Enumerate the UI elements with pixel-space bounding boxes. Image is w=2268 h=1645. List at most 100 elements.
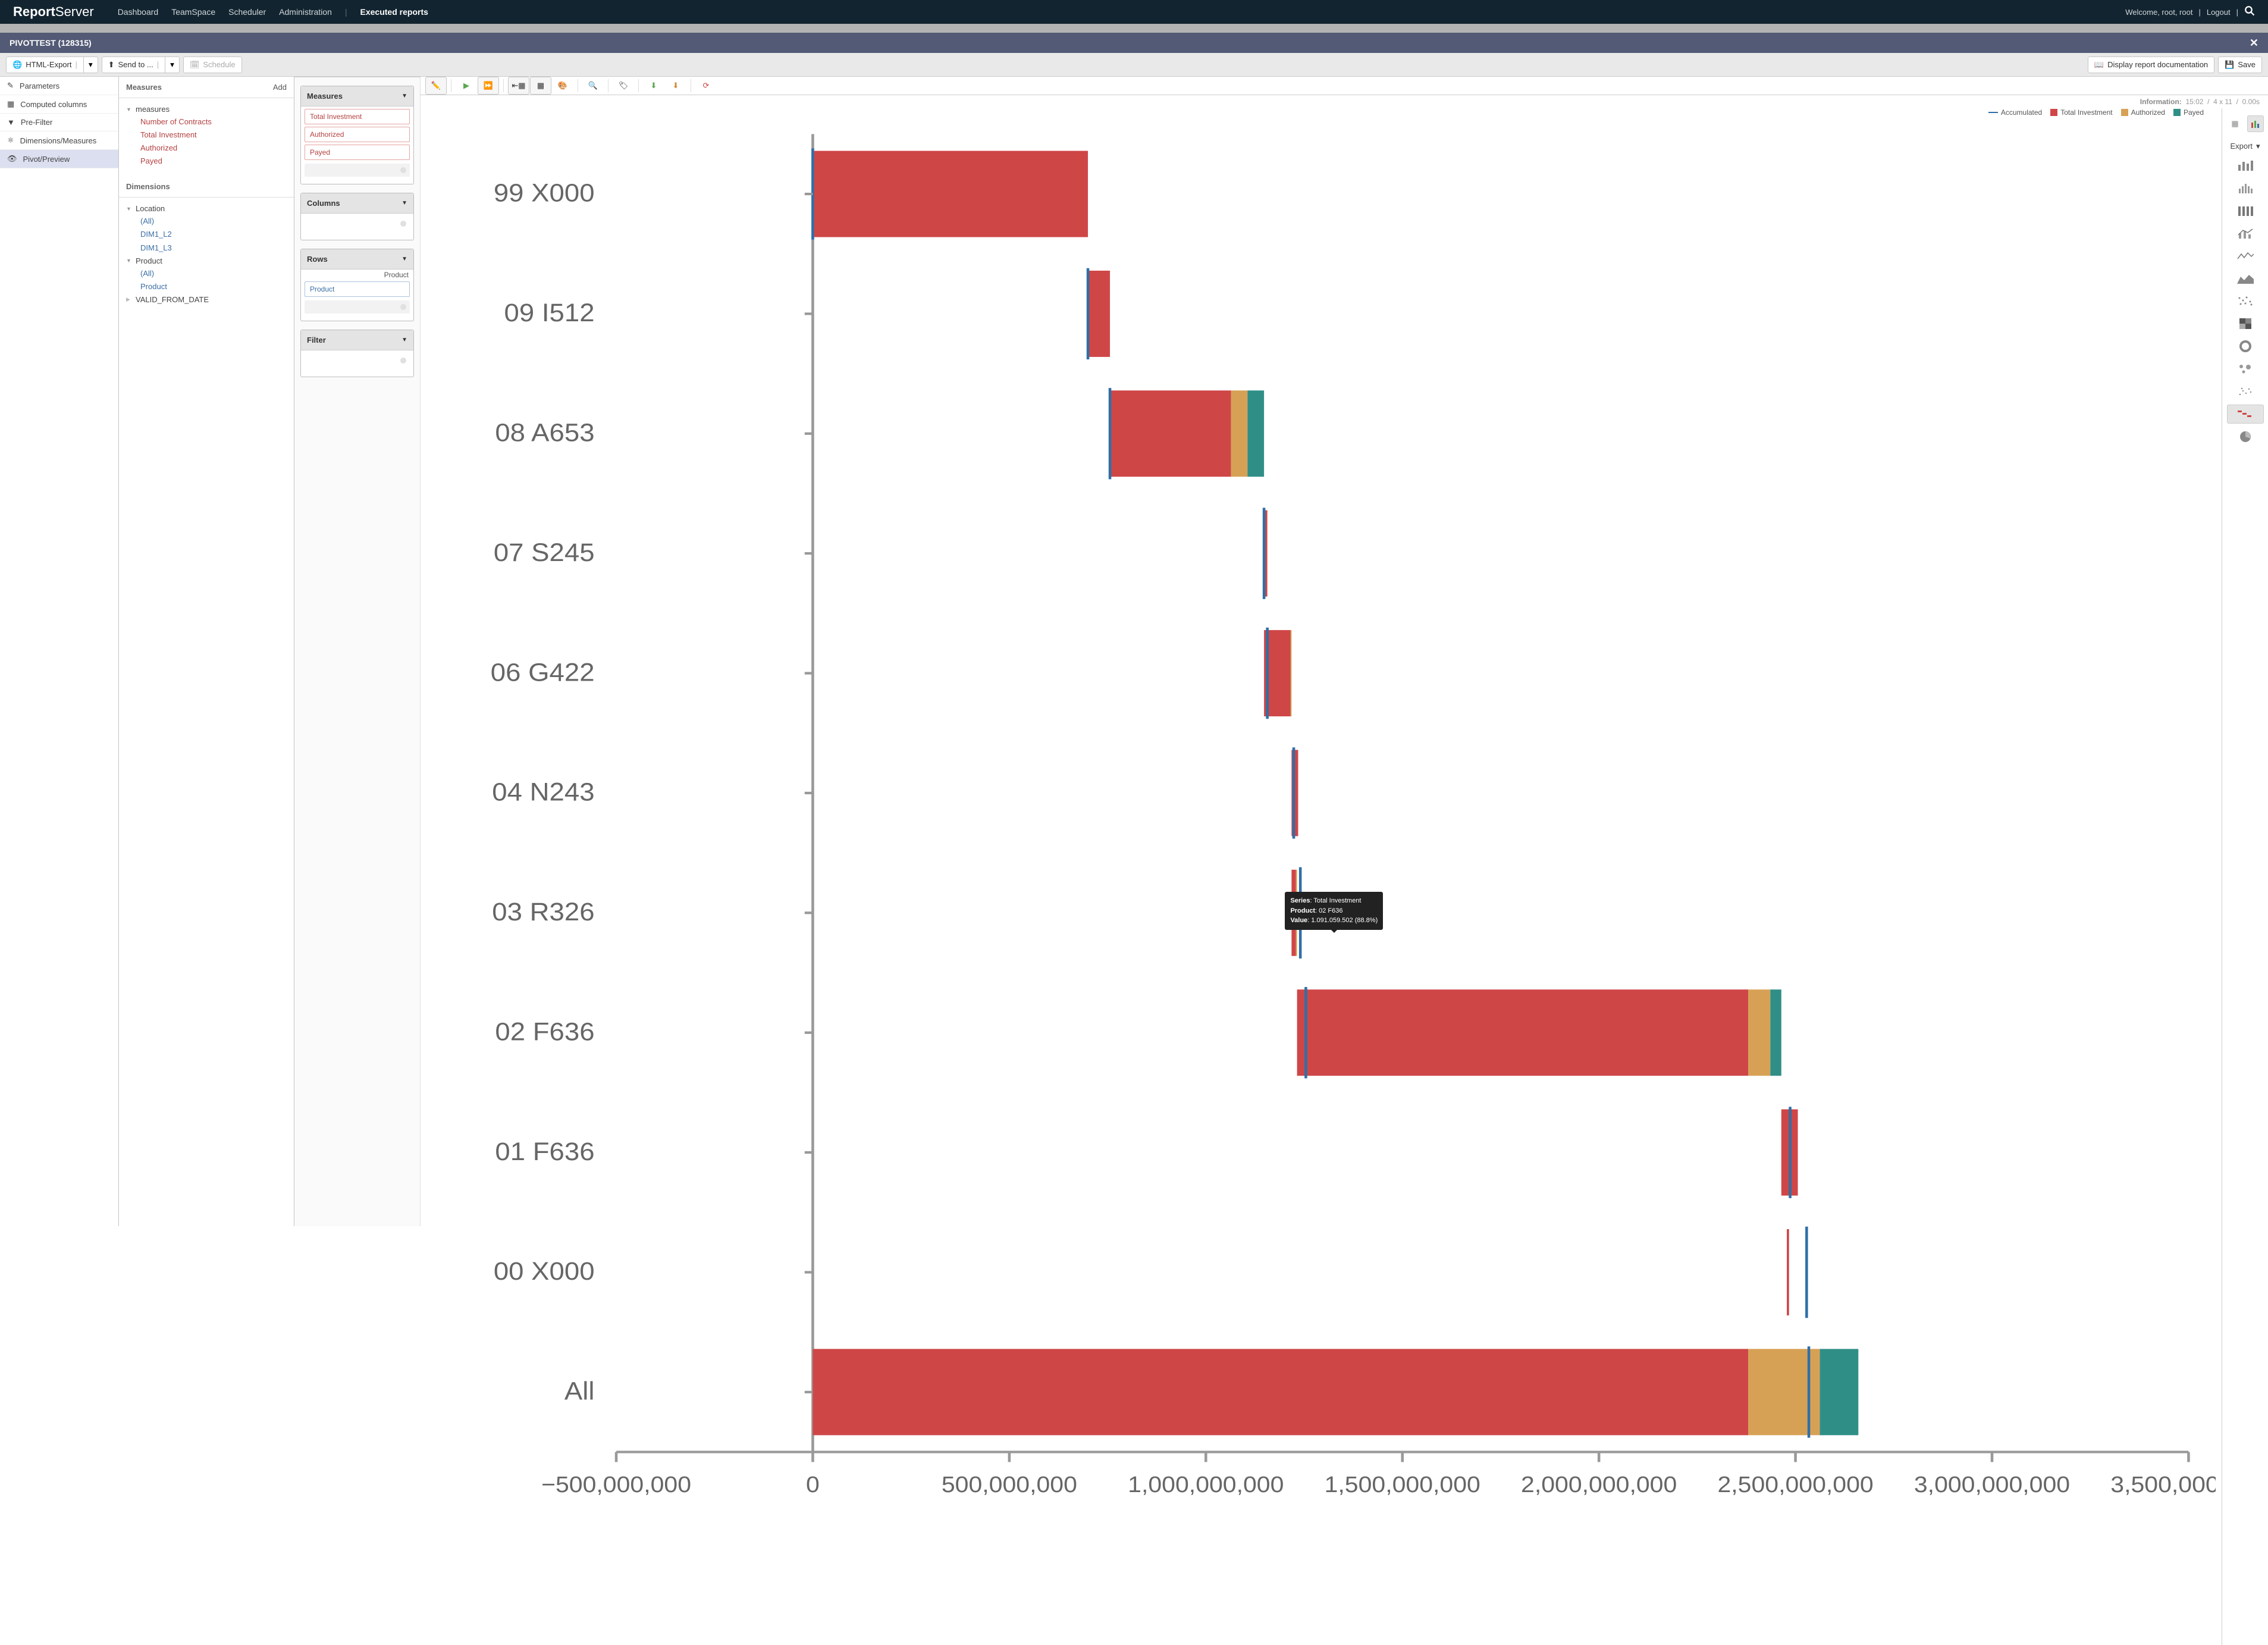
tree-group-location[interactable]: ▼Location xyxy=(125,202,288,215)
download-alt-icon[interactable]: ⬇ xyxy=(665,77,686,95)
charttype-pie-icon[interactable] xyxy=(2227,427,2264,446)
gray-band xyxy=(0,24,2268,33)
svg-text:07 S245: 07 S245 xyxy=(494,538,595,566)
send-to-button[interactable]: ⬆ Send to ... | xyxy=(102,57,166,73)
table-icon[interactable]: ▦ xyxy=(530,77,551,95)
upload-icon: ⬆ xyxy=(108,60,115,70)
nav-separator: | xyxy=(2198,8,2200,17)
nav-dashboard[interactable]: Dashboard xyxy=(118,7,159,17)
nav-teamspace[interactable]: TeamSpace xyxy=(171,7,215,17)
info-line: Information: 15:02 / 4 x 11 / 0.00s xyxy=(421,95,2268,108)
nav-administration[interactable]: Administration xyxy=(279,7,332,17)
play-icon[interactable]: ▶ xyxy=(456,77,477,95)
logout-link[interactable]: Logout xyxy=(2207,8,2231,17)
sidebar-item-parameters[interactable]: ✎ Parameters xyxy=(0,77,118,95)
charttype-line-icon[interactable] xyxy=(2227,246,2264,265)
tree-group-product[interactable]: ▼Product xyxy=(125,255,288,267)
chart-canvas: Accumulated Total Investment Authorized … xyxy=(421,108,2222,1645)
charttype-bar-icon[interactable] xyxy=(2227,156,2264,175)
nav-separator: | xyxy=(345,7,347,17)
refresh-icon[interactable]: ⟳ xyxy=(695,77,717,95)
svg-text:99 X000: 99 X000 xyxy=(494,179,595,207)
measure-item[interactable]: Total Investment xyxy=(125,129,288,142)
dropzone-measures[interactable]: Measures▼ Total Investment Authorized Pa… xyxy=(300,86,414,184)
chart-view-icon[interactable] xyxy=(2247,115,2264,132)
style-icon[interactable]: 🎨 xyxy=(552,77,573,95)
charttype-stackedbar-icon[interactable] xyxy=(2227,201,2264,220)
measure-item[interactable]: Payed xyxy=(125,155,288,168)
add-measure-button[interactable]: Add xyxy=(273,83,287,92)
svg-text:2,000,000,000: 2,000,000,000 xyxy=(1521,1472,1677,1497)
measure-pill[interactable]: Payed xyxy=(305,145,410,160)
dimensions-tree: ▼Location (All) DIM1_L2 DIM1_L3 ▼Product… xyxy=(119,198,294,314)
sidebar-item-dimensions[interactable]: ⚛ Dimensions/Measures xyxy=(0,131,118,150)
top-nav: Dashboard TeamSpace Scheduler Administra… xyxy=(118,7,428,17)
charttype-dot-icon[interactable] xyxy=(2227,292,2264,311)
calendar-icon: 🗓 xyxy=(190,60,200,70)
nav-executed-reports[interactable]: Executed reports xyxy=(360,7,428,17)
dropzone-columns[interactable]: Columns▼ xyxy=(300,193,414,240)
dropzone-filter[interactable]: Filter▼ xyxy=(300,330,414,377)
dropzone-header-rows[interactable]: Rows▼ xyxy=(301,249,413,270)
dimension-item[interactable]: DIM1_L3 xyxy=(125,242,288,255)
dropzone-rows[interactable]: Rows▼ Product Product xyxy=(300,249,414,321)
export-dropdown[interactable]: Export ▾ xyxy=(2226,138,2264,152)
dimension-item[interactable]: (All) xyxy=(125,267,288,280)
dropzone-empty-slot[interactable] xyxy=(305,300,410,314)
row-pill[interactable]: Product xyxy=(305,281,410,297)
tree-group-measures[interactable]: ▼measures xyxy=(125,103,288,115)
dropzone-header-filter[interactable]: Filter▼ xyxy=(301,330,413,350)
html-export-button[interactable]: 🌐 HTML-Export | xyxy=(6,57,84,73)
measure-pill[interactable]: Total Investment xyxy=(305,109,410,124)
charttype-scatter-icon[interactable] xyxy=(2227,382,2264,401)
send-to-caret[interactable]: ▾ xyxy=(165,57,180,73)
chevron-down-icon: ▾ xyxy=(2256,142,2260,151)
chevron-down-icon: ▼ xyxy=(401,200,407,206)
charttype-combo-icon[interactable] xyxy=(2227,224,2264,243)
edit-tool-icon[interactable]: ✏️ xyxy=(425,77,447,95)
dimension-item[interactable]: DIM1_L2 xyxy=(125,228,288,241)
sidebar-item-computed[interactable]: ▦ Computed columns xyxy=(0,95,118,114)
dropzone-header-measures[interactable]: Measures▼ xyxy=(301,86,413,106)
svg-text:02 F636: 02 F636 xyxy=(495,1018,594,1046)
table-view-icon[interactable]: ▦ xyxy=(2227,115,2244,132)
topbar-right: Welcome, root, root | Logout | xyxy=(2125,5,2255,19)
dimension-item[interactable]: Product xyxy=(125,280,288,293)
charttype-histogram-icon[interactable] xyxy=(2227,178,2264,198)
display-doc-button[interactable]: 📖 Display report documentation xyxy=(2088,57,2214,73)
charttype-waterfall-icon[interactable] xyxy=(2227,405,2264,424)
autoplay-icon[interactable]: ⏩ xyxy=(478,77,499,95)
table-insert-icon[interactable]: ⇤▦ xyxy=(508,77,529,95)
close-icon[interactable]: ✕ xyxy=(2250,37,2258,49)
divider: | xyxy=(75,60,77,69)
svg-text:08 A653: 08 A653 xyxy=(495,419,594,447)
search-icon[interactable] xyxy=(2244,5,2255,19)
dropzone-empty-slot[interactable] xyxy=(305,217,410,233)
eye-icon: 👁 xyxy=(7,154,17,164)
tag-icon[interactable]: 🏷 xyxy=(613,77,634,95)
html-export-caret[interactable]: ▾ xyxy=(84,57,98,73)
svg-text:−500,000,000: −500,000,000 xyxy=(541,1472,691,1497)
dropzone-empty-slot[interactable] xyxy=(305,354,410,369)
save-button[interactable]: 💾 Save xyxy=(2218,57,2262,73)
charttype-heatmap-icon[interactable] xyxy=(2227,314,2264,333)
chevron-down-icon: ▼ xyxy=(401,337,407,343)
dropzone-header-columns[interactable]: Columns▼ xyxy=(301,193,413,214)
download-icon[interactable]: ⬇ xyxy=(643,77,664,95)
svg-text:2,500,000,000: 2,500,000,000 xyxy=(1717,1472,1873,1497)
measure-item[interactable]: Authorized xyxy=(125,142,288,155)
sidebar-item-pivot[interactable]: 👁 Pivot/Preview xyxy=(0,150,118,168)
share-icon: ⚛ xyxy=(7,136,14,145)
logo: ReportServer xyxy=(13,4,94,20)
dropzone-empty-slot[interactable] xyxy=(305,164,410,177)
nav-scheduler[interactable]: Scheduler xyxy=(228,7,266,17)
charttype-donut-icon[interactable] xyxy=(2227,337,2264,356)
charttype-bubble-icon[interactable] xyxy=(2227,359,2264,378)
dimension-item[interactable]: (All) xyxy=(125,215,288,228)
measure-pill[interactable]: Authorized xyxy=(305,127,410,142)
zoom-icon[interactable]: 🔍 xyxy=(582,77,604,95)
measure-item[interactable]: Number of Contracts xyxy=(125,115,288,129)
sidebar-item-prefilter[interactable]: ▼ Pre-Filter xyxy=(0,114,118,131)
charttype-area-icon[interactable] xyxy=(2227,269,2264,288)
tree-group-validfrom[interactable]: ▶VALID_FROM_DATE xyxy=(125,293,288,306)
